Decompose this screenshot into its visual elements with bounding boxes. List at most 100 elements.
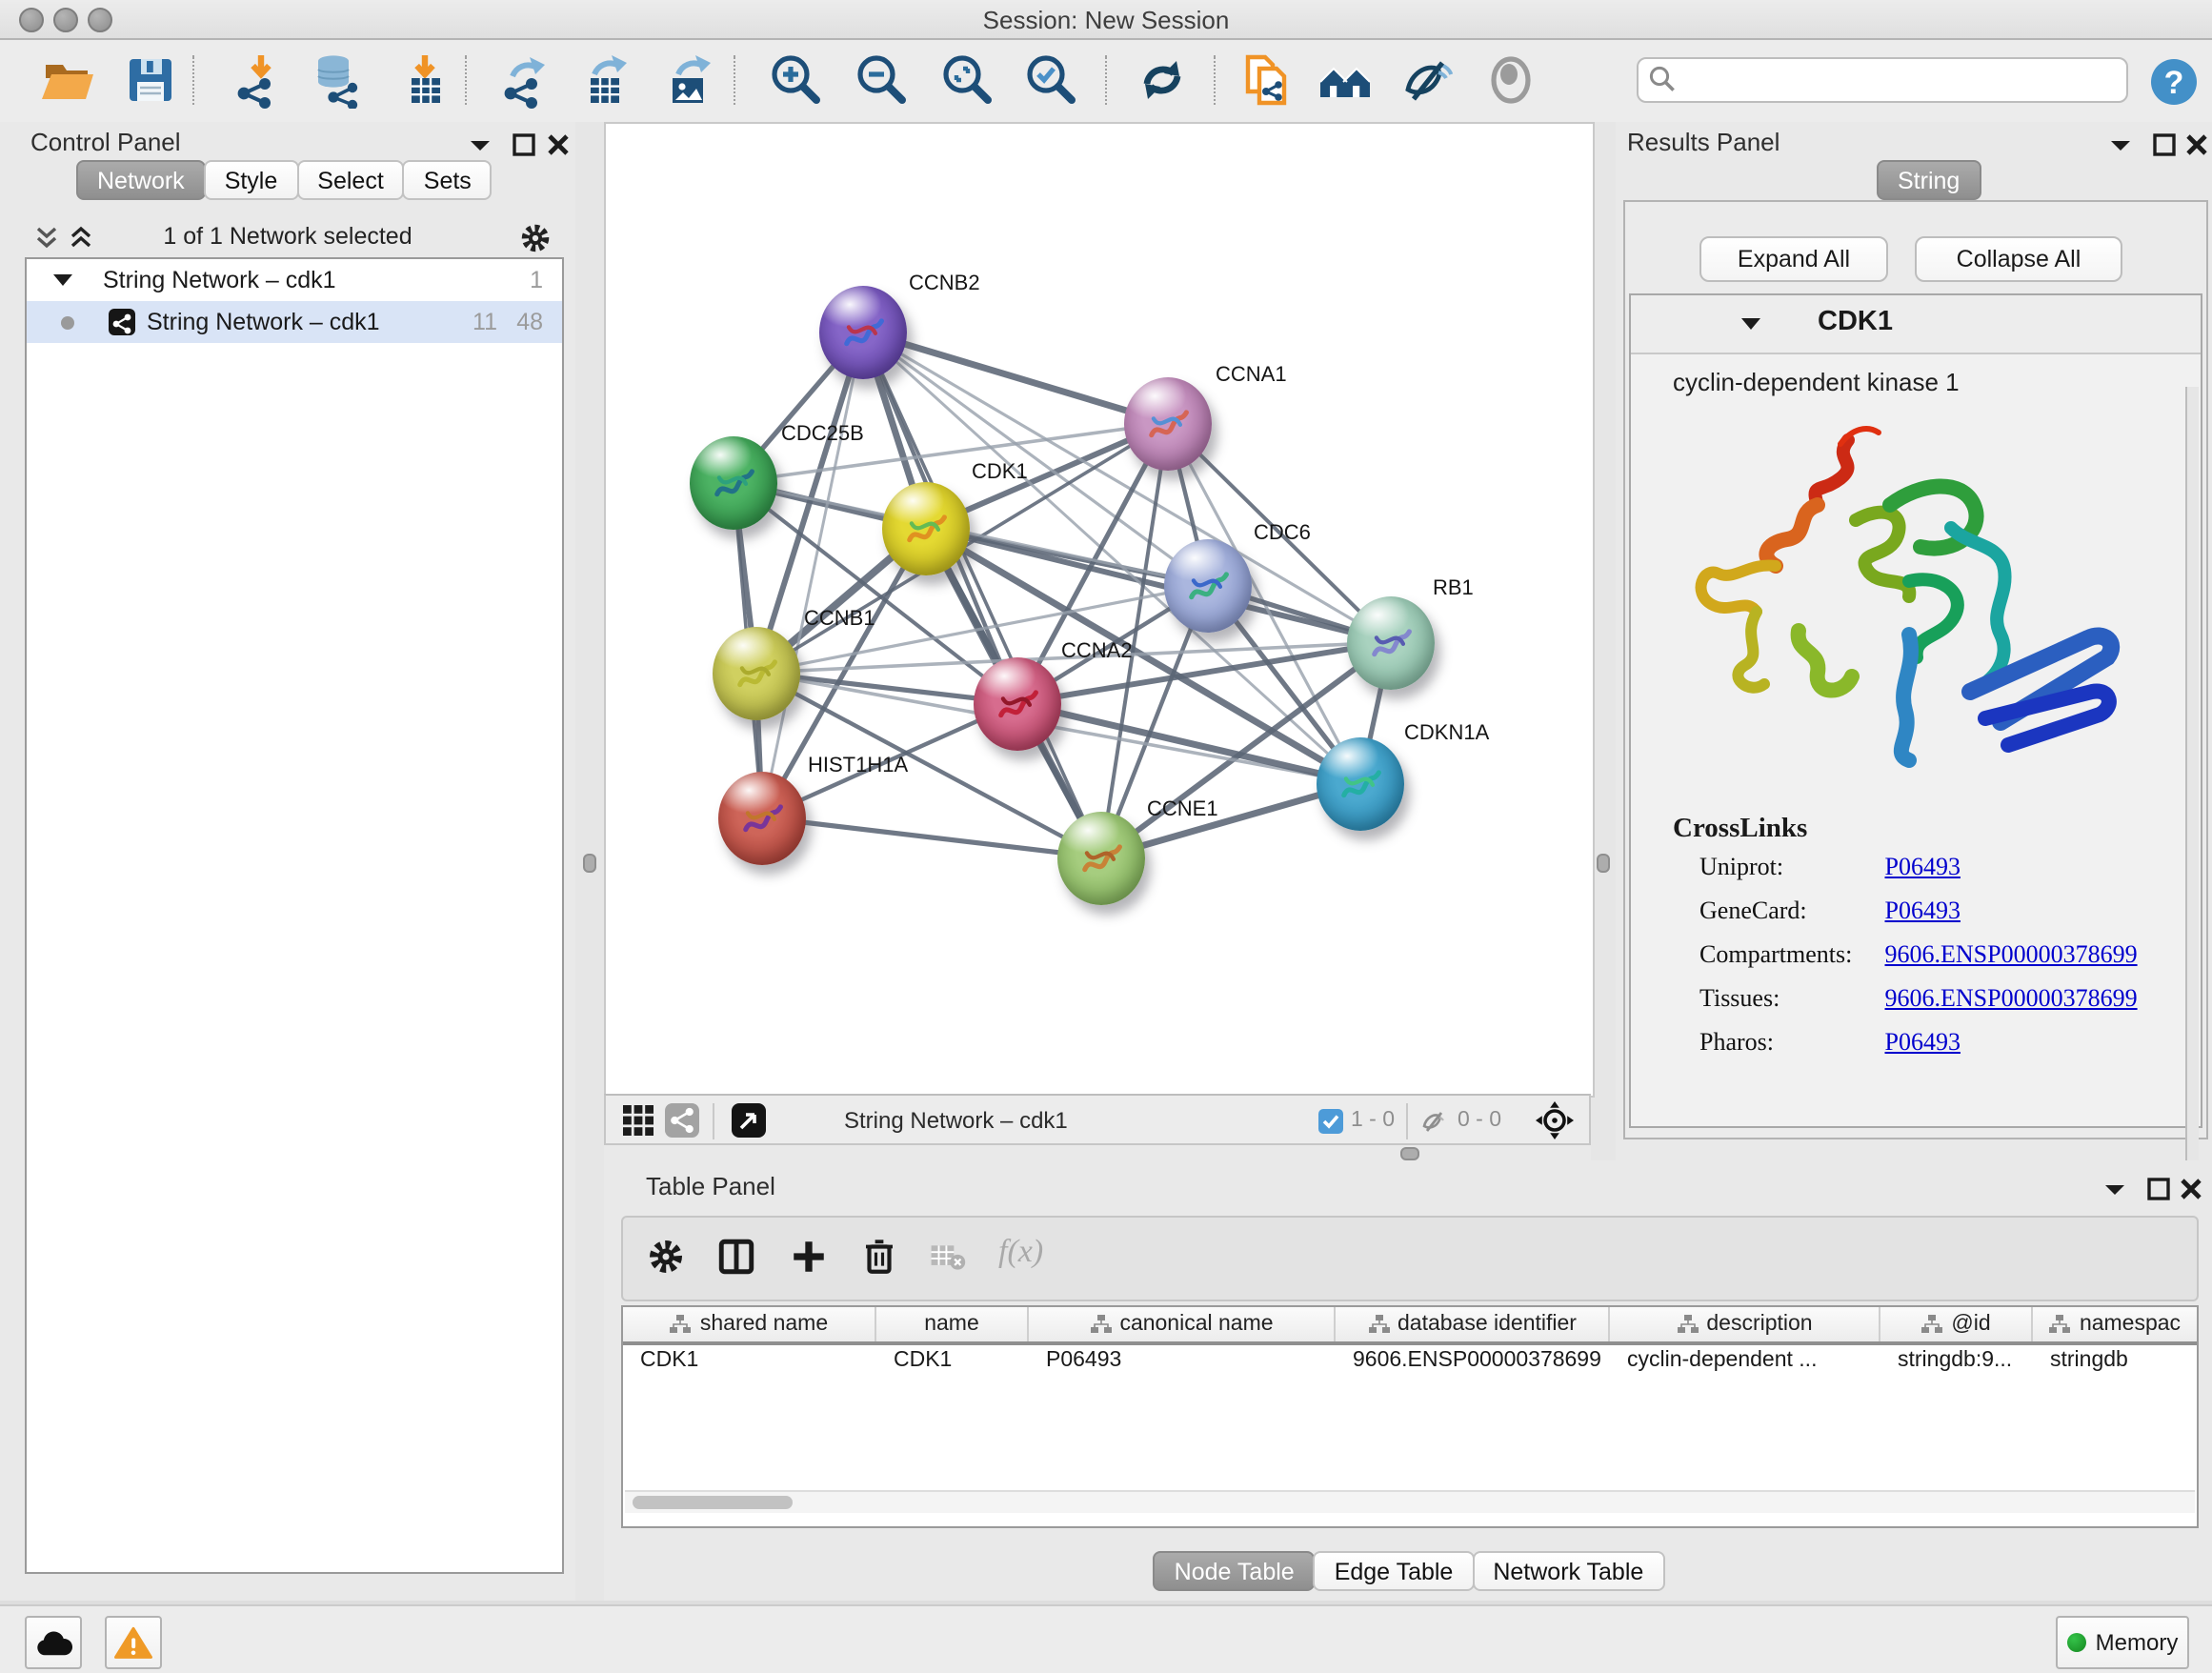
horizontal-splitter[interactable]: [604, 1145, 1591, 1160]
network-canvas[interactable]: CCNB2CCNA1CDC25BCDK1CDC6RB1CCNB1CCNA2CDK…: [604, 122, 1595, 1098]
left-splitter[interactable]: [575, 122, 604, 1604]
panel-collapse-icon[interactable]: [467, 131, 497, 158]
network-edge[interactable]: [863, 332, 1101, 857]
zoom-fit-button[interactable]: [939, 51, 996, 109]
crosslink-link[interactable]: 9606.ENSP00000378699: [1885, 983, 2138, 1012]
network-row-selected[interactable]: String Network – cdk1 11 48: [27, 301, 562, 343]
panel-close-icon[interactable]: [545, 131, 575, 158]
column-header[interactable]: database identifier: [1336, 1307, 1610, 1341]
cell[interactable]: P06493: [1029, 1345, 1336, 1380]
import-network-button[interactable]: [229, 51, 286, 109]
network-node-cdk1[interactable]: [882, 482, 970, 575]
table-horizontal-scrollbar[interactable]: [625, 1490, 2195, 1513]
network-node-ccne1[interactable]: [1057, 812, 1145, 905]
search-input[interactable]: [1637, 57, 2128, 103]
network-node-hist1h1a[interactable]: [718, 772, 806, 865]
splitter-handle[interactable]: [583, 854, 596, 873]
export-image-button[interactable]: [661, 51, 718, 109]
show-columns-icon[interactable]: [716, 1237, 756, 1286]
selected-checkbox-icon[interactable]: [1318, 1109, 1343, 1143]
scrollbar-thumb[interactable]: [633, 1496, 793, 1509]
network-node-ccna2[interactable]: [974, 657, 1061, 751]
crosslink-link[interactable]: 9606.ENSP00000378699: [1885, 939, 2138, 968]
tab-node-table[interactable]: Node Table: [1154, 1551, 1316, 1591]
network-badge-gray-icon[interactable]: [665, 1103, 699, 1147]
gene-section-header[interactable]: CDK1: [1631, 295, 2201, 354]
cell[interactable]: cyclin-dependent ...: [1610, 1345, 1880, 1380]
delete-column-trash-icon[interactable]: [859, 1237, 899, 1286]
cell[interactable]: stringdb:9...: [1880, 1345, 2033, 1380]
section-collapse-icon[interactable]: [1741, 318, 1760, 330]
memory-button[interactable]: Memory: [2056, 1616, 2189, 1669]
grid-view-button[interactable]: [621, 1103, 655, 1147]
network-collection-row[interactable]: String Network – cdk1 1: [27, 259, 562, 301]
fit-selected-crosshair-button[interactable]: [1536, 1101, 1574, 1149]
crosslink-link[interactable]: P06493: [1885, 1027, 1961, 1056]
tab-sets[interactable]: Sets: [403, 160, 493, 200]
panel-float-icon[interactable]: [511, 131, 541, 158]
save-session-button[interactable]: [122, 51, 179, 109]
network-options-gear-icon[interactable]: [518, 221, 553, 261]
panel-collapse-icon[interactable]: [2107, 131, 2138, 158]
create-column-plus-icon[interactable]: [789, 1237, 829, 1286]
clone-network-button[interactable]: [1238, 51, 1296, 109]
network-node-ccna1[interactable]: [1124, 377, 1212, 471]
help-button[interactable]: ?: [2145, 51, 2195, 109]
crosslink-link[interactable]: P06493: [1885, 896, 1961, 924]
panel-float-icon[interactable]: [2145, 1176, 2176, 1202]
network-edge[interactable]: [863, 332, 1168, 423]
expand-all-button[interactable]: Expand All: [1699, 236, 1888, 282]
splitter-handle[interactable]: [1400, 1147, 1419, 1160]
column-header[interactable]: shared name: [623, 1307, 876, 1341]
column-header[interactable]: name: [876, 1307, 1029, 1341]
network-node-cdc6[interactable]: [1164, 539, 1252, 633]
warnings-button[interactable]: [105, 1616, 162, 1669]
tab-network-table[interactable]: Network Table: [1472, 1551, 1664, 1591]
birds-eye-toggle-button[interactable]: [732, 1103, 766, 1147]
show-hidden-button[interactable]: [1482, 51, 1539, 109]
column-header[interactable]: description: [1610, 1307, 1880, 1341]
zoom-selected-button[interactable]: [1023, 51, 1080, 109]
splitter-handle[interactable]: [1597, 854, 1610, 873]
column-header[interactable]: canonical name: [1029, 1307, 1336, 1341]
first-neighbors-button[interactable]: [1317, 51, 1374, 109]
network-node-ccnb2[interactable]: [819, 286, 907, 379]
panel-collapse-icon[interactable]: [2101, 1176, 2132, 1202]
cloud-status-button[interactable]: [25, 1616, 82, 1669]
tab-string[interactable]: String: [1877, 160, 1981, 200]
open-session-button[interactable]: [38, 51, 95, 109]
network-node-rb1[interactable]: [1347, 596, 1435, 690]
import-table-button[interactable]: [396, 51, 453, 109]
export-network-button[interactable]: [495, 51, 553, 109]
cell[interactable]: 9606.ENSP00000378699: [1336, 1345, 1610, 1380]
cell[interactable]: stringdb: [2033, 1345, 2197, 1380]
network-node-ccnb1[interactable]: [713, 627, 800, 720]
table-row[interactable]: CDK1 CDK1 P06493 9606.ENSP00000378699 cy…: [623, 1345, 2197, 1380]
refresh-button[interactable]: [1134, 51, 1191, 109]
tab-network[interactable]: Network: [76, 160, 206, 200]
hidden-eye-icon[interactable]: [1419, 1107, 1450, 1145]
crosslink-link[interactable]: P06493: [1885, 852, 1961, 880]
column-header[interactable]: @id: [1880, 1307, 2033, 1341]
network-node-cdc25b[interactable]: [690, 436, 777, 530]
zoom-out-button[interactable]: [854, 51, 911, 109]
tab-select[interactable]: Select: [296, 160, 405, 200]
panel-close-icon[interactable]: [2183, 131, 2212, 158]
panel-close-icon[interactable]: [2178, 1176, 2208, 1202]
column-header[interactable]: namespac: [2033, 1307, 2197, 1341]
zoom-in-button[interactable]: [768, 51, 825, 109]
tab-edge-table[interactable]: Edge Table: [1314, 1551, 1475, 1591]
network-edge[interactable]: [762, 817, 1101, 857]
collection-expand-icon[interactable]: [53, 274, 72, 286]
collapse-all-button[interactable]: Collapse All: [1915, 236, 2122, 282]
results-scrollbar[interactable]: [2185, 387, 2199, 1218]
tab-style[interactable]: Style: [204, 160, 299, 200]
import-network-from-database-button[interactable]: [311, 51, 368, 109]
table-options-gear-icon[interactable]: [646, 1237, 686, 1286]
cell[interactable]: CDK1: [623, 1345, 876, 1380]
hide-selected-button[interactable]: [1400, 51, 1458, 109]
export-table-button[interactable]: [577, 51, 634, 109]
network-node-cdkn1a[interactable]: [1317, 737, 1404, 831]
cell[interactable]: CDK1: [876, 1345, 1029, 1380]
panel-float-icon[interactable]: [2151, 131, 2182, 158]
